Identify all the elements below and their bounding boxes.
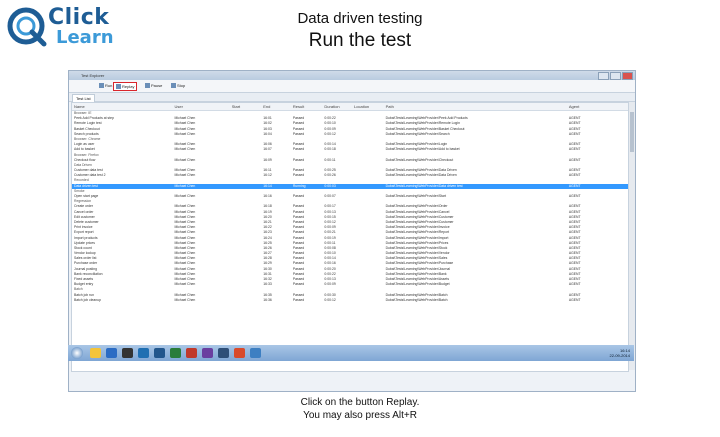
cell-agent: AGENT xyxy=(568,147,581,152)
caption-line-2: You may also press Alt+R xyxy=(303,410,417,421)
pause-label: Pause xyxy=(151,83,163,88)
grid-header: Name User Start End Result Duration Loca… xyxy=(72,103,628,111)
window-toolbar: Run Replay Pause Stop xyxy=(69,80,635,93)
cell-end: 16:36 xyxy=(263,297,272,302)
clock-date: 22-09-2014 xyxy=(609,353,630,358)
cell-path: Dubai\Tests\Learning\WebProvider\Data Dr… xyxy=(385,173,457,178)
maximize-icon[interactable] xyxy=(610,72,621,80)
pause-button[interactable]: Pause xyxy=(143,82,164,89)
cell-agent: AGENT xyxy=(568,173,581,178)
app-icon[interactable] xyxy=(218,348,229,358)
column-header[interactable]: Name xyxy=(72,103,173,110)
window-controls xyxy=(598,72,633,80)
window-title: Test Explorer xyxy=(81,73,105,78)
scrollbar-thumb[interactable] xyxy=(630,112,634,152)
explorer-icon[interactable] xyxy=(90,348,101,358)
cell-dur: 0:00:12 xyxy=(324,297,336,302)
stop-label: Stop xyxy=(177,83,186,88)
cell-agent: AGENT xyxy=(568,297,581,302)
media-icon[interactable] xyxy=(122,348,133,358)
cell-agent: AGENT xyxy=(568,157,581,162)
dynamics-icon[interactable] xyxy=(138,348,149,358)
stop-icon xyxy=(171,83,176,89)
slide-title: Data driven testing xyxy=(297,10,423,27)
column-header[interactable]: End xyxy=(261,103,291,110)
column-header[interactable]: Start xyxy=(230,103,262,110)
excel-icon[interactable] xyxy=(170,348,181,358)
word-icon[interactable] xyxy=(154,348,165,358)
column-header[interactable]: Duration xyxy=(322,103,352,110)
column-header[interactable]: Location xyxy=(352,103,384,110)
replay-button[interactable]: Replay xyxy=(113,82,138,91)
cell-path: Dubai\Tests\Learning\WebProvider\Checkou… xyxy=(385,157,454,162)
cell-path: Dubai\Tests\Learning\WebProvider\Search xyxy=(385,131,450,136)
cell-agent: AGENT xyxy=(568,194,581,198)
cell-path: Dubai\Tests\Learning\WebProvider\Add to … xyxy=(385,147,460,152)
cell-agent: AGENT xyxy=(568,183,581,188)
system-clock[interactable]: 16:14 22-09-2014 xyxy=(610,348,630,358)
cell-agent: AGENT xyxy=(568,131,581,136)
app-icon-2[interactable] xyxy=(234,348,245,358)
cell-path: Dubai\Tests\Learning\WebProvider\Batch xyxy=(385,297,448,302)
slide-subtitle: Run the test xyxy=(308,30,412,51)
run-icon xyxy=(99,83,104,89)
run-button[interactable]: Run xyxy=(97,82,114,89)
run-label: Run xyxy=(105,83,113,88)
cell-path: Dubai\Tests\Learning\WebProvider\Data dr… xyxy=(385,183,463,188)
slide-caption: Click on the button Replay. You may also… xyxy=(0,396,720,422)
test-results-grid: Name User Start End Result Duration Loca… xyxy=(71,102,629,372)
cell-path: Dubai\Tests\Learning\WebProvider\Start xyxy=(385,194,447,198)
window-titlebar: Test Explorer xyxy=(69,71,635,80)
pause-icon xyxy=(145,83,150,89)
visual-studio-icon[interactable] xyxy=(202,348,213,358)
cell-name: Batch job cleanup xyxy=(74,297,101,302)
app-icon-3[interactable] xyxy=(250,348,261,358)
cell-path: Dubai\Tests\Learning\WebProvider\Budget xyxy=(385,282,450,287)
column-header[interactable]: Path xyxy=(384,103,567,110)
ie-icon[interactable] xyxy=(106,348,117,358)
column-header[interactable]: Agent xyxy=(567,103,628,110)
tab-row: Test List xyxy=(69,93,635,102)
column-header[interactable]: Result xyxy=(291,103,323,110)
replay-label: Replay xyxy=(122,84,135,89)
start-button-icon[interactable] xyxy=(71,347,83,359)
column-header[interactable]: User xyxy=(173,103,230,110)
close-icon[interactable] xyxy=(622,72,633,80)
cell-result: Passed xyxy=(292,297,305,302)
table-row[interactable]: Batch job cleanup Michael Chen 16:36 Passed… xyxy=(72,298,628,303)
replay-icon xyxy=(116,84,121,90)
cell-agent: AGENT xyxy=(568,282,581,287)
grid-body: Browser: IE Peek Add Products at step Mich… xyxy=(72,111,628,303)
cell-user: Michael Chen xyxy=(174,297,196,302)
powerpoint-icon[interactable] xyxy=(186,348,197,358)
tab-test-list[interactable]: Test List xyxy=(72,94,95,102)
vertical-scrollbar[interactable] xyxy=(629,102,635,370)
test-explorer-window: Test Explorer Run Replay Pause Stop Test… xyxy=(68,70,636,392)
windows-taskbar: 16:14 22-09-2014 xyxy=(68,345,634,361)
caption-line-1: Click on the button Replay. xyxy=(300,397,420,408)
minimize-icon[interactable] xyxy=(598,72,609,80)
stop-button[interactable]: Stop xyxy=(169,82,187,89)
